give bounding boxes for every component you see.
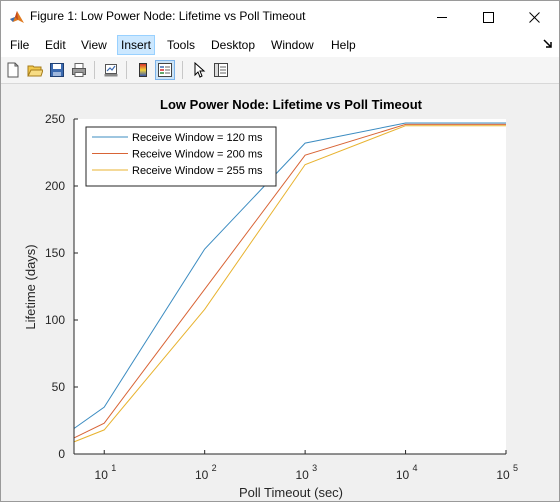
x-tick-exponent: 3 (312, 463, 317, 473)
minimize-button[interactable] (419, 1, 465, 33)
close-button[interactable] (511, 1, 557, 33)
chart-title: Low Power Node: Lifetime vs Poll Timeout (160, 97, 423, 112)
x-tick-label: 10 (295, 468, 309, 482)
legend[interactable]: Receive Window = 120 ms Receive Window = … (85, 126, 277, 187)
y-tick-label: 250 (45, 112, 65, 126)
close-icon (528, 11, 540, 23)
x-tick-label: 10 (95, 468, 109, 482)
x-tick-label: 10 (496, 468, 510, 482)
figure-canvas: Low Power Node: Lifetime vs Poll Timeout… (1, 84, 559, 501)
y-tick-label: 200 (45, 179, 65, 193)
toolbar-separator (126, 61, 127, 79)
title-bar[interactable]: Figure 1: Low Power Node: Lifetime vs Po… (1, 1, 559, 33)
x-tick-exponent: 5 (513, 463, 518, 473)
legend-label: Receive Window = 200 ms (132, 149, 263, 161)
menu-file[interactable]: File (7, 36, 32, 54)
toolbar-separator (182, 61, 183, 79)
property-editor-button[interactable] (211, 60, 231, 80)
y-tick-label: 150 (45, 246, 65, 260)
menu-window[interactable]: Window (268, 36, 317, 54)
print-button[interactable] (69, 60, 89, 80)
menu-desktop[interactable]: Desktop (208, 36, 258, 54)
menu-bar: File Edit View Insert Tools Desktop Wind… (1, 33, 559, 57)
x-tick-exponent: 2 (212, 463, 217, 473)
open-file-icon (27, 65, 43, 77)
x-tick-exponent: 1 (111, 463, 116, 473)
maximize-button[interactable] (465, 1, 511, 33)
open-file-button[interactable] (25, 60, 45, 80)
legend-label: Receive Window = 120 ms (132, 132, 263, 144)
save-icon (50, 63, 64, 77)
x-tick-exponent: 4 (413, 463, 418, 473)
menu-tools[interactable]: Tools (164, 36, 198, 54)
minimize-icon (437, 17, 447, 18)
menu-view[interactable]: View (78, 36, 110, 54)
menu-insert[interactable]: Insert (117, 35, 156, 55)
toolbar-separator (94, 61, 95, 79)
maximize-icon (482, 11, 494, 23)
pointer-button[interactable] (189, 60, 209, 80)
insert-colorbar-icon (139, 63, 147, 77)
insert-colorbar-button[interactable] (133, 60, 153, 80)
menu-edit[interactable]: Edit (42, 36, 69, 54)
figure-window: Figure 1: Low Power Node: Lifetime vs Po… (0, 0, 560, 502)
dock-arrow-icon[interactable] (543, 39, 553, 49)
insert-legend-icon (158, 63, 172, 77)
line-chart[interactable]: Low Power Node: Lifetime vs Poll Timeout… (1, 84, 559, 501)
print-icon (72, 63, 86, 77)
y-axis-label: Lifetime (days) (23, 244, 38, 329)
figure-toolbar (1, 57, 559, 84)
new-figure-button[interactable] (3, 60, 23, 80)
insert-legend-button[interactable] (155, 60, 175, 80)
link-plot-icon (104, 64, 118, 77)
new-figure-icon (7, 62, 19, 78)
x-axis-label: Poll Timeout (sec) (239, 485, 343, 500)
window-title: Figure 1: Low Power Node: Lifetime vs Po… (30, 9, 306, 23)
matlab-logo-icon (10, 11, 24, 23)
y-tick-label: 100 (45, 313, 65, 327)
y-tick-label: 0 (58, 447, 65, 461)
y-tick-label: 50 (52, 380, 66, 394)
link-plot-button[interactable] (101, 60, 121, 80)
property-editor-icon (214, 63, 228, 77)
legend-label: Receive Window = 255 ms (132, 165, 263, 177)
x-tick-label: 10 (396, 468, 410, 482)
pointer-icon (194, 62, 206, 78)
menu-help[interactable]: Help (328, 36, 359, 54)
save-button[interactable] (47, 60, 67, 80)
x-tick-label: 10 (195, 468, 209, 482)
